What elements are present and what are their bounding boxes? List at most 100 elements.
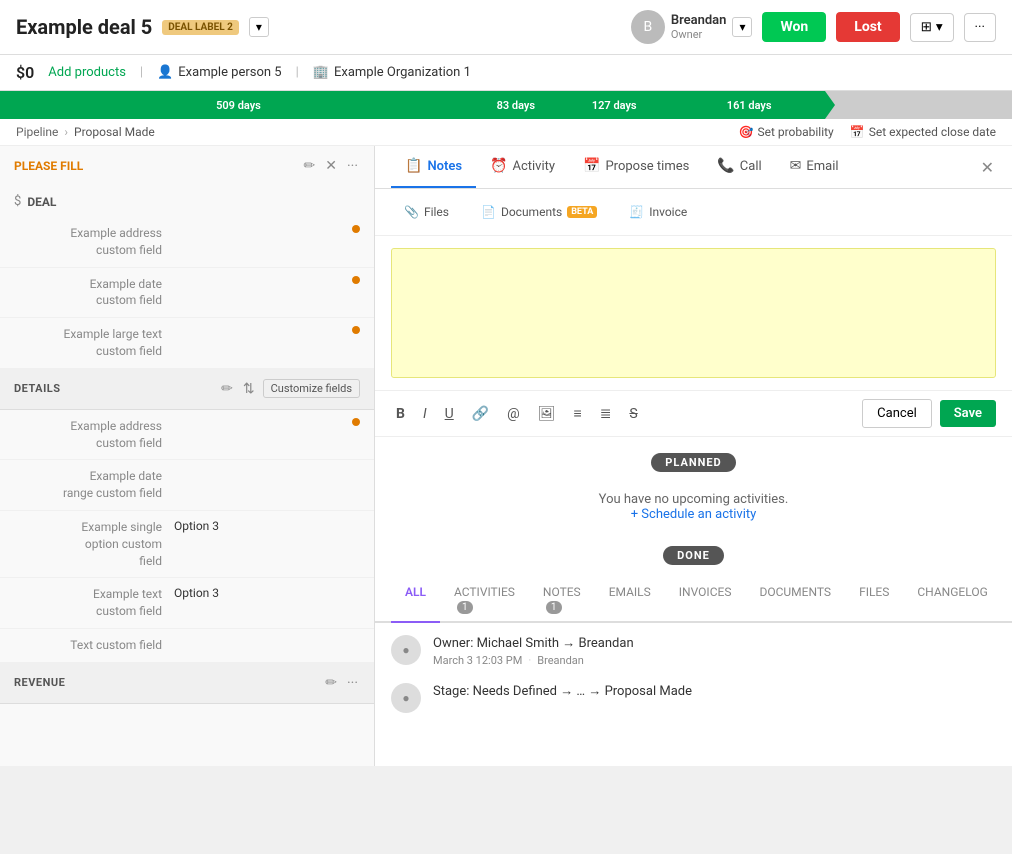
- timeline-dot: ●: [391, 635, 421, 665]
- schedule-activity-link[interactable]: + Schedule an activity: [631, 507, 757, 522]
- org-item: 🏢 Example Organization 1: [313, 65, 471, 80]
- revenue-title: REVENUE: [14, 676, 323, 689]
- strikethrough-button[interactable]: S: [624, 403, 642, 425]
- tabs-bar: 📋 Notes ⏰ Activity 📅 Propose times 📞 Cal…: [375, 146, 1012, 189]
- activity-tab-icon: ⏰: [490, 158, 507, 174]
- cancel-button[interactable]: Cancel: [862, 399, 932, 428]
- note-editor[interactable]: [391, 248, 996, 378]
- editor-toolbar: B I U 🔗 @ 🖼 ≡ ≣ S Cancel Save: [375, 390, 1012, 437]
- main-layout: PLEASE FILL ✏ ✕ ··· $ DEAL Example addre…: [0, 146, 1012, 766]
- progress-seg-2: 83 days: [477, 91, 555, 119]
- breadcrumb-stage: Proposal Made: [74, 125, 155, 139]
- notes-tab-icon: 📋: [405, 158, 422, 174]
- details-sort-button[interactable]: ⇅: [241, 379, 257, 399]
- more-options-button[interactable]: ···: [964, 13, 996, 42]
- no-activities-text: You have no upcoming activities. + Sched…: [375, 484, 1012, 538]
- done-pill: DONE: [663, 546, 724, 565]
- ordered-list-button[interactable]: ≣: [595, 403, 617, 425]
- person-item: 👤 Example person 5: [157, 65, 282, 80]
- underline-button[interactable]: U: [440, 403, 459, 425]
- link-button[interactable]: 🔗: [467, 403, 494, 425]
- add-products-link[interactable]: Add products: [48, 65, 126, 80]
- field-dot: [352, 276, 360, 284]
- timeline-text-2: Stage: Needs Defined → … → Proposal Made: [433, 683, 996, 699]
- timeline-item: ● Owner: Michael Smith → Breandan March …: [391, 635, 996, 667]
- field-row-address2: Example addresscustom field: [0, 410, 374, 461]
- set-close-date-link[interactable]: 📅 Set expected close date: [850, 125, 996, 139]
- done-section: DONE: [375, 546, 1012, 565]
- progress-seg-3: 127 days: [555, 91, 674, 119]
- timeline-dot-2: ●: [391, 683, 421, 713]
- note-input[interactable]: [404, 261, 983, 361]
- won-button[interactable]: Won: [762, 12, 826, 42]
- activity-tab-documents[interactable]: DOCUMENTS: [745, 577, 845, 623]
- activity-tab-emails[interactable]: EMAILS: [595, 577, 665, 623]
- files-icon: 📎: [404, 205, 419, 219]
- revenue-more-button[interactable]: ···: [345, 673, 360, 693]
- save-button[interactable]: Save: [940, 400, 996, 427]
- call-tab-icon: 📞: [717, 158, 734, 174]
- details-edit-button[interactable]: ✏: [219, 379, 235, 399]
- customize-fields-button[interactable]: Customize fields: [263, 379, 360, 398]
- activity-tab-all[interactable]: ALL: [391, 577, 440, 623]
- please-fill-close-button[interactable]: ✕: [323, 156, 339, 176]
- tab-activity[interactable]: ⏰ Activity: [476, 146, 569, 188]
- user-section: B Breandan Owner ▾: [631, 10, 753, 44]
- avatar: B: [631, 10, 665, 44]
- italic-button[interactable]: I: [418, 403, 432, 425]
- activity-tab-activities[interactable]: ACTIVITIES 1: [440, 577, 529, 623]
- revenue-edit-button[interactable]: ✏: [323, 673, 339, 693]
- deal-label: DEAL LABEL 2: [162, 20, 239, 35]
- revenue-section-header: REVENUE ✏ ···: [0, 663, 374, 704]
- field-dot: [352, 326, 360, 334]
- tab-notes[interactable]: 📋 Notes: [391, 146, 476, 188]
- planned-pill: PLANNED: [651, 453, 735, 472]
- activity-tab-files[interactable]: FILES: [845, 577, 903, 623]
- please-fill-more-button[interactable]: ···: [345, 156, 360, 176]
- sub-tab-invoice[interactable]: 🧾 Invoice: [616, 199, 700, 225]
- deal-section-title: DEAL: [27, 195, 56, 209]
- deal-dropdown[interactable]: ▾: [249, 17, 269, 37]
- timeline-text-1: Owner: Michael Smith → Breandan: [433, 635, 996, 651]
- activity-tab-notes[interactable]: NOTES 1: [529, 577, 595, 623]
- bullet-list-button[interactable]: ≡: [569, 402, 587, 425]
- text-field-value[interactable]: Option 3: [174, 586, 360, 600]
- header: Example deal 5 DEAL LABEL 2 ▾ B Breandan…: [0, 0, 1012, 55]
- tab-propose-times[interactable]: 📅 Propose times: [569, 146, 703, 188]
- bold-button[interactable]: B: [391, 403, 410, 425]
- person-icon: 👤: [157, 65, 173, 80]
- timeline-item-2: ● Stage: Needs Defined → … → Proposal Ma…: [391, 683, 996, 713]
- activity-tab-changelog[interactable]: CHANGELOG: [903, 577, 1001, 623]
- planned-section: PLANNED: [375, 453, 1012, 472]
- mention-button[interactable]: @: [502, 403, 525, 425]
- sub-tabs: 📎 Files 📄 Documents BETA 🧾 Invoice: [375, 189, 1012, 236]
- progress-bar: 509 days 83 days 127 days 161 days: [0, 91, 1012, 119]
- close-panel-button[interactable]: ✕: [979, 156, 996, 179]
- set-probability-link[interactable]: 🎯 Set probability: [739, 125, 834, 139]
- view-toggle-button[interactable]: ⊞ ▾: [910, 13, 954, 42]
- sub-tab-files[interactable]: 📎 Files: [391, 199, 462, 225]
- lost-button[interactable]: Lost: [836, 12, 899, 42]
- sub-tab-documents[interactable]: 📄 Documents BETA: [468, 199, 610, 225]
- tab-email[interactable]: ✉ Email: [776, 146, 853, 188]
- field-row-single-option: Example singleoption customfield Option …: [0, 511, 374, 578]
- single-option-value[interactable]: Option 3: [174, 519, 360, 533]
- activity-tab-invoices[interactable]: INVOICES: [665, 577, 746, 623]
- user-dropdown[interactable]: ▾: [732, 17, 752, 37]
- progress-seg-1: 509 days: [0, 91, 477, 119]
- details-section-header: DETAILS ✏ ⇅ Customize fields: [0, 369, 374, 410]
- tab-call[interactable]: 📞 Call: [703, 146, 775, 188]
- progress-seg-4: 161 days: [674, 91, 825, 119]
- please-fill-edit-button[interactable]: ✏: [302, 156, 318, 176]
- field-row-text-custom: Text custom field: [0, 629, 374, 663]
- documents-icon: 📄: [481, 205, 496, 219]
- please-fill-title: PLEASE FILL: [14, 159, 302, 173]
- timeline: ● Owner: Michael Smith → Breandan March …: [375, 623, 1012, 741]
- breadcrumb: Pipeline › Proposal Made: [16, 125, 155, 139]
- field-row-date: Example datecustom field: [0, 268, 374, 319]
- org-name: Example Organization 1: [334, 65, 471, 80]
- field-row-address: Example addresscustom field: [0, 217, 374, 268]
- breadcrumb-pipeline[interactable]: Pipeline: [16, 125, 58, 139]
- deal-title: Example deal 5: [16, 15, 152, 39]
- image-button[interactable]: 🖼: [533, 403, 561, 425]
